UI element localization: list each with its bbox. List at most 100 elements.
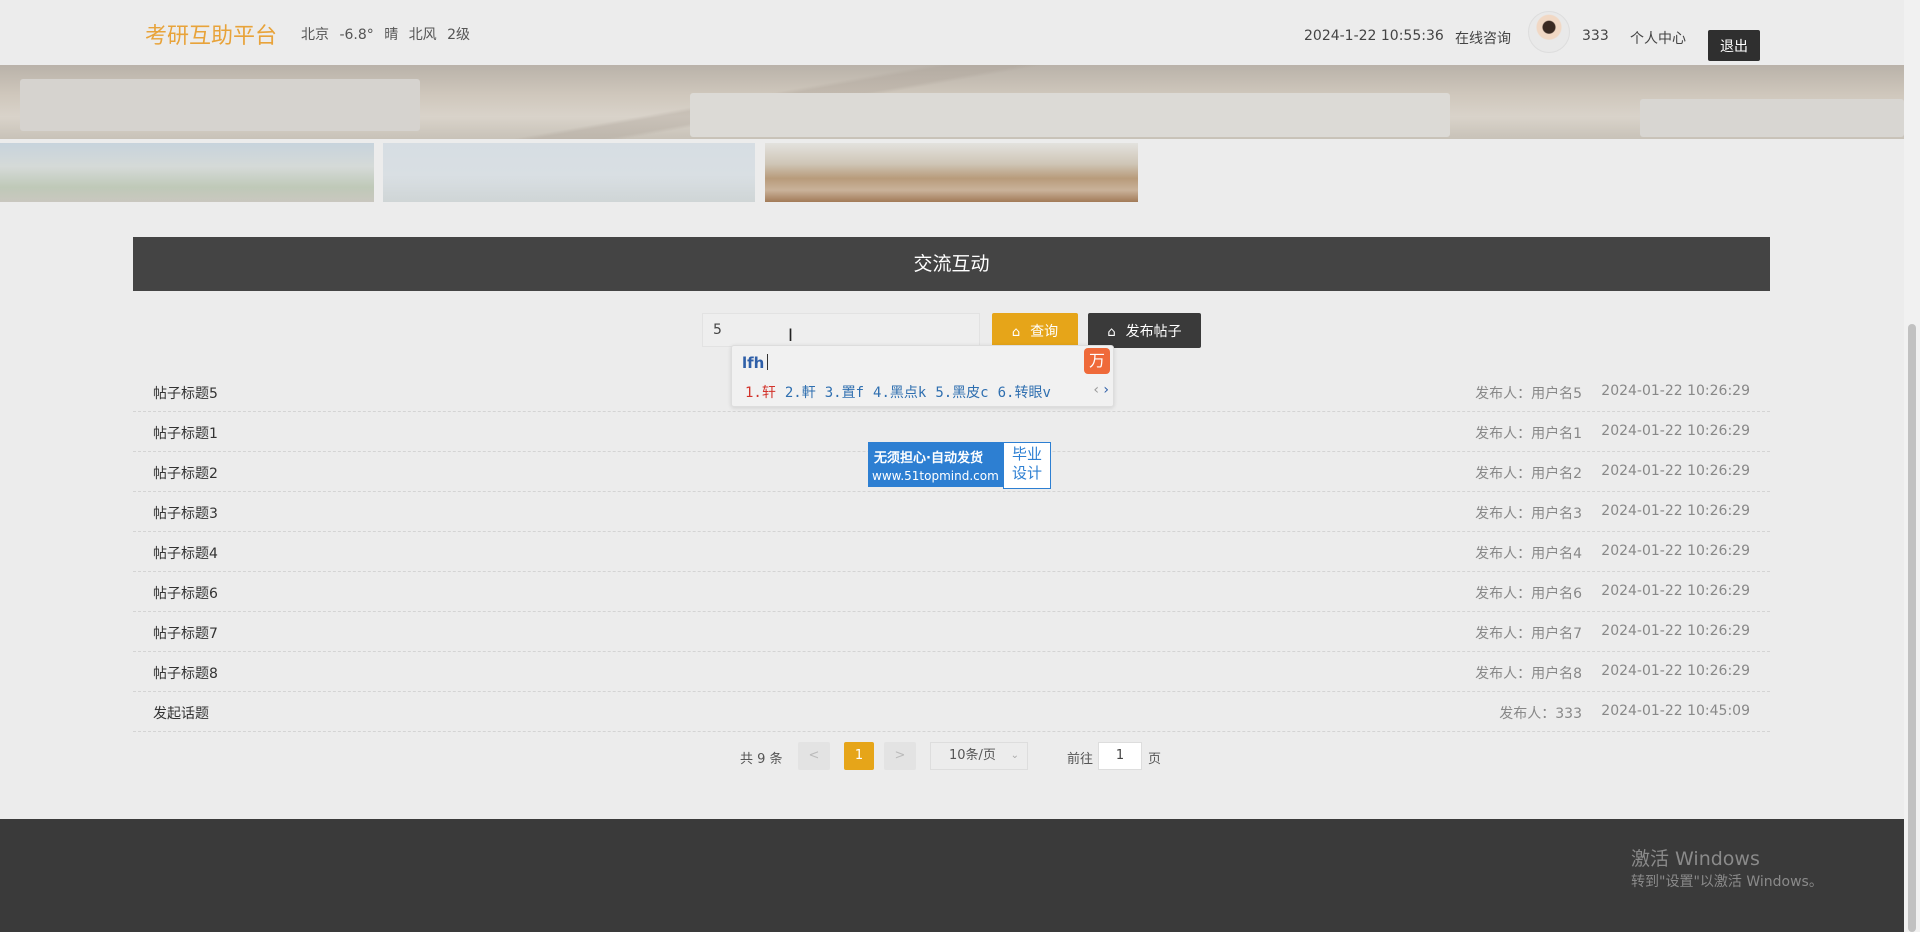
section-title: 交流互动 bbox=[133, 237, 1770, 291]
search-button[interactable]: ⌂ 查询 bbox=[992, 313, 1078, 348]
post-time: 2024-01-22 10:45:09 bbox=[1601, 703, 1750, 719]
post-title[interactable]: 帖子标题6 bbox=[153, 583, 218, 603]
post-time: 2024-01-22 10:26:29 bbox=[1601, 423, 1750, 439]
logout-button[interactable]: 退出 bbox=[1708, 30, 1760, 61]
header-datetime: 2024-1-22 10:55:36 bbox=[1304, 28, 1444, 44]
post-author: 发布人：用户名1 bbox=[1475, 426, 1582, 442]
post-row[interactable]: 帖子标题4 发布人：用户名4 2024-01-22 10:26:29 bbox=[133, 532, 1770, 572]
ime-caret bbox=[767, 354, 769, 370]
pagination-prev-button[interactable]: < bbox=[798, 742, 830, 770]
avatar[interactable] bbox=[1528, 11, 1570, 53]
profile-center-link[interactable]: 个人中心 bbox=[1630, 28, 1686, 48]
windows-activation-hint: 转到"设置"以激活 Windows。 bbox=[1631, 874, 1823, 890]
post-row[interactable]: 发起话题 发布人：333 2024-01-22 10:45:09 bbox=[133, 692, 1770, 732]
header-username: 333 bbox=[1582, 28, 1609, 44]
ime-candidate-window: lfh 万 1.轩 2.軒 3.置f 4.黑点k 5.黑皮c 6.转眼v ‹ › bbox=[731, 345, 1114, 407]
ime-candidate[interactable]: 3.置f bbox=[825, 385, 864, 401]
ime-candidate[interactable]: 6.转眼v bbox=[998, 385, 1051, 401]
page-unit-label: 页 bbox=[1148, 752, 1162, 767]
ime-composition-text: lfh bbox=[742, 354, 765, 372]
post-row[interactable]: 帖子标题6 发布人：用户名6 2024-01-22 10:26:29 bbox=[133, 572, 1770, 612]
pagination-page-1[interactable]: 1 bbox=[844, 742, 874, 770]
post-author: 发布人：用户名4 bbox=[1475, 546, 1582, 562]
post-author: 发布人：用户名5 bbox=[1475, 386, 1582, 402]
publish-post-button[interactable]: ⌂ 发布帖子 bbox=[1088, 313, 1201, 348]
post-title[interactable]: 帖子标题7 bbox=[153, 623, 218, 643]
banner-thumbnail[interactable] bbox=[0, 143, 374, 202]
post-time: 2024-01-22 10:26:29 bbox=[1601, 383, 1750, 399]
post-row[interactable]: 帖子标题7 发布人：用户名7 2024-01-22 10:26:29 bbox=[133, 612, 1770, 652]
post-author: 发布人：用户名6 bbox=[1475, 586, 1582, 602]
banner-desk-shape bbox=[690, 93, 1450, 137]
banner-carousel bbox=[0, 65, 1904, 139]
search-input[interactable]: 5 bbox=[702, 313, 980, 347]
text-cursor-icon: I bbox=[788, 326, 794, 346]
post-list: 帖子标题5 发布人：用户名5 2024-01-22 10:26:29 帖子标题1 发布… bbox=[133, 372, 1770, 732]
ad-right-line2: 设计 bbox=[1011, 464, 1042, 482]
post-time: 2024-01-22 10:26:29 bbox=[1601, 503, 1750, 519]
ad-right-line1: 毕业 bbox=[1011, 445, 1042, 463]
chevron-down-icon: ⌄ bbox=[1010, 750, 1019, 761]
weather-wind-dir: 北风 bbox=[408, 27, 437, 43]
post-time: 2024-01-22 10:26:29 bbox=[1601, 543, 1750, 559]
weather-widget: 北京 -6.8° 晴 北风 2级 bbox=[301, 24, 476, 44]
site-logo[interactable]: 考研互助平台 bbox=[145, 18, 277, 50]
ime-logo-icon[interactable]: 万 bbox=[1084, 348, 1110, 374]
post-author: 发布人：用户名3 bbox=[1475, 506, 1582, 522]
post-author: 发布人：用户名8 bbox=[1475, 666, 1582, 682]
weather-temp: -6.8° bbox=[339, 27, 374, 43]
ime-candidate[interactable]: 4.黑点k bbox=[873, 385, 926, 401]
ime-prev-icon[interactable]: ‹ bbox=[1093, 382, 1099, 398]
publish-post-label: 发布帖子 bbox=[1125, 323, 1182, 340]
windows-activation-title: 激活 Windows bbox=[1631, 848, 1760, 870]
search-button-label: 查询 bbox=[1030, 323, 1059, 340]
scrollbar-thumb[interactable] bbox=[1908, 324, 1916, 932]
ime-candidate[interactable]: 5.黑皮c bbox=[935, 385, 988, 401]
post-title[interactable]: 帖子标题1 bbox=[153, 423, 218, 443]
page-size-select[interactable]: 10条/页 ⌄ bbox=[930, 742, 1028, 770]
post-author: 发布人：用户名2 bbox=[1475, 466, 1582, 482]
post-time: 2024-01-22 10:26:29 bbox=[1601, 583, 1750, 599]
post-title[interactable]: 发起话题 bbox=[153, 703, 209, 723]
post-author: 发布人：333 bbox=[1499, 706, 1582, 722]
ime-next-icon[interactable]: › bbox=[1103, 382, 1109, 398]
ime-candidates: 1.轩 2.軒 3.置f 4.黑点k 5.黑皮c 6.转眼v bbox=[745, 382, 1060, 402]
online-consult-link[interactable]: 在线咨询 bbox=[1455, 28, 1511, 48]
pagination-total: 共 9 条 bbox=[740, 752, 783, 767]
pagination-next-button[interactable]: > bbox=[884, 742, 916, 770]
post-time: 2024-01-22 10:26:29 bbox=[1601, 623, 1750, 639]
page-scrollbar[interactable] bbox=[1904, 0, 1920, 932]
ad-url: www.51topmind.com bbox=[872, 469, 999, 483]
banner-desk-shape bbox=[20, 79, 420, 131]
watermark-ad[interactable]: 无须担心·自动发货 www.51topmind.com 毕业 设计 bbox=[868, 442, 1051, 489]
home-icon: ⌂ bbox=[1107, 324, 1116, 340]
ime-page-arrows: ‹ › bbox=[1093, 382, 1109, 398]
post-title[interactable]: 帖子标题4 bbox=[153, 543, 218, 563]
post-time: 2024-01-22 10:26:29 bbox=[1601, 463, 1750, 479]
weather-city: 北京 bbox=[301, 27, 329, 43]
goto-label: 前往 bbox=[1067, 752, 1094, 767]
banner-thumbnail[interactable] bbox=[765, 143, 1138, 202]
post-title[interactable]: 帖子标题2 bbox=[153, 463, 218, 483]
weather-condition: 晴 bbox=[384, 27, 399, 43]
home-icon: ⌂ bbox=[1011, 324, 1021, 340]
banner-desk-shape bbox=[1640, 99, 1904, 137]
top-header: 考研互助平台 北京 -6.8° 晴 北风 2级 2024-1-22 10:55:… bbox=[0, 0, 1904, 65]
post-title[interactable]: 帖子标题3 bbox=[153, 503, 218, 523]
ad-slogan: 无须担心·自动发货 bbox=[874, 451, 983, 466]
post-title[interactable]: 帖子标题8 bbox=[153, 663, 218, 683]
goto-page-input[interactable]: 1 bbox=[1098, 742, 1142, 770]
post-row[interactable]: 帖子标题8 发布人：用户名8 2024-01-22 10:26:29 bbox=[133, 652, 1770, 692]
page-size-value: 10条/页 bbox=[949, 748, 996, 763]
ime-candidate[interactable]: 2.軒 bbox=[785, 385, 816, 401]
ime-candidate[interactable]: 1.轩 bbox=[745, 385, 776, 401]
ad-left-panel: 无须担心·自动发货 www.51topmind.com bbox=[868, 442, 1003, 487]
ad-right-panel: 毕业 设计 bbox=[1003, 442, 1051, 489]
post-title[interactable]: 帖子标题5 bbox=[153, 383, 218, 403]
post-author: 发布人：用户名7 bbox=[1475, 626, 1582, 642]
post-time: 2024-01-22 10:26:29 bbox=[1601, 663, 1750, 679]
weather-wind-level: 2级 bbox=[447, 27, 471, 43]
banner-thumbnail[interactable] bbox=[383, 143, 755, 202]
footer bbox=[0, 819, 1904, 932]
post-row[interactable]: 帖子标题3 发布人：用户名3 2024-01-22 10:26:29 bbox=[133, 492, 1770, 532]
